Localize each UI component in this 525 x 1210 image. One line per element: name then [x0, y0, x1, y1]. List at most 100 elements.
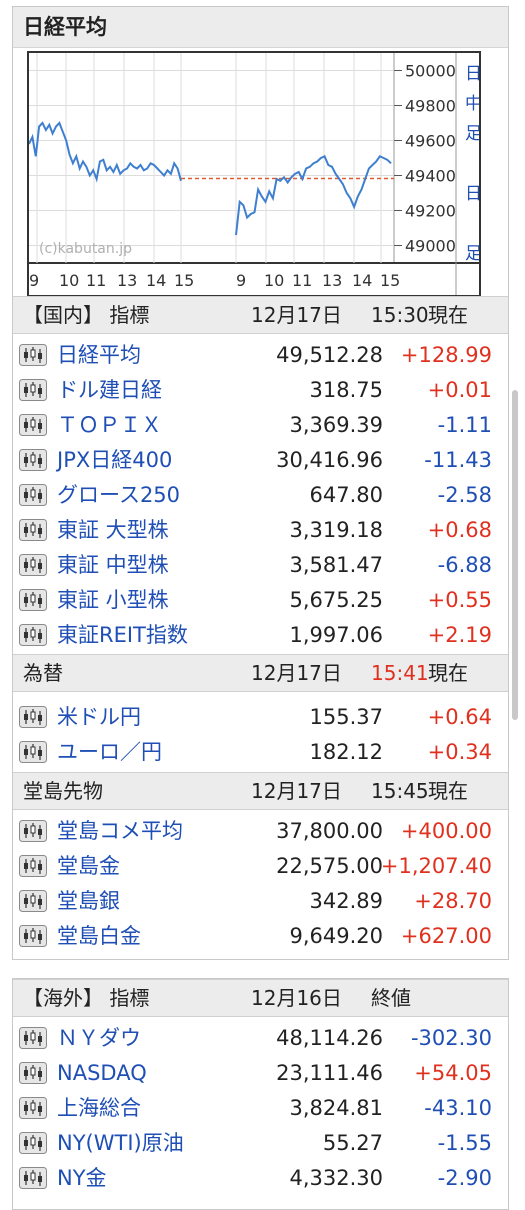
- candlestick-icon[interactable]: [19, 484, 47, 506]
- x-tick-label: 13: [322, 271, 342, 290]
- candlestick-icon[interactable]: [19, 925, 47, 947]
- quote-name-link[interactable]: 日経平均: [57, 338, 141, 373]
- section-title: 堂島先物: [23, 779, 103, 803]
- quote-name-link[interactable]: ユーロ／円: [57, 735, 162, 770]
- candlestick-icon[interactable]: [19, 1167, 47, 1189]
- quote-row: NASDAQ 23,111.46 +54.05: [13, 1056, 508, 1091]
- quote-name-link[interactable]: 堂島銀: [57, 884, 120, 919]
- quote-row: 東証REIT指数 1,997.06 +2.19: [13, 618, 508, 653]
- chart-svg: 500004980049600494004920049000日中足日足9 10 11…: [29, 53, 479, 295]
- x-tick-label: 13: [117, 271, 137, 290]
- quote-change: +128.99: [400, 343, 492, 367]
- candlestick-icon[interactable]: [19, 1062, 47, 1084]
- y-tick-label: 50000: [405, 62, 456, 81]
- candlestick-icon[interactable]: [19, 449, 47, 471]
- quote-name-link[interactable]: 堂島コメ平均: [57, 814, 183, 849]
- quote-row: JPX日経400 30,416.96 -11.43: [13, 443, 508, 478]
- section-time-suffix: 現在: [428, 661, 468, 685]
- y-tick-label: 49000: [405, 237, 456, 256]
- quote-value: 37,800.00: [276, 819, 383, 843]
- quote-row: NY金 4,332.30 -2.90: [13, 1161, 508, 1196]
- quote-name-link[interactable]: 堂島白金: [57, 919, 141, 954]
- quote-value: 4,332.30: [289, 1166, 383, 1190]
- candlestick-icon[interactable]: [19, 855, 47, 877]
- section-header: 【国内】 指標 12月17日 15:30 現在: [13, 296, 508, 334]
- quote-value: 5,675.25: [289, 588, 383, 612]
- section-time-suffix: 現在: [428, 303, 468, 327]
- quote-name-link[interactable]: グロース250: [57, 478, 180, 513]
- quote-row: ユーロ／円 182.12 +0.34: [13, 735, 508, 770]
- x-tick-label: 10: [264, 271, 284, 290]
- x-tick-label: 11: [292, 271, 312, 290]
- side-label: 足: [465, 124, 479, 144]
- quote-name-link[interactable]: ＴＯＰＩＸ: [57, 408, 162, 443]
- panel-title: 日経平均: [13, 7, 508, 48]
- quote-name-link[interactable]: ドル建日経: [57, 373, 162, 408]
- candlestick-icon[interactable]: [19, 379, 47, 401]
- quote-row: NY(WTI)原油 55.27 -1.55: [13, 1126, 508, 1161]
- quote-change: -2.90: [437, 1166, 492, 1190]
- quote-value: 48,114.26: [276, 1026, 383, 1050]
- quote-row: 堂島金 22,575.00 +1,207.40: [13, 849, 508, 884]
- candlestick-icon[interactable]: [19, 741, 47, 763]
- candlestick-icon[interactable]: [19, 1132, 47, 1154]
- nikkei-chart[interactable]: 50000 49800 49600 49400 49200 49000 日中足日足 9 10 11…: [27, 51, 481, 297]
- candlestick-icon[interactable]: [19, 1027, 47, 1049]
- quote-row: 東証 中型株 3,581.47 -6.88: [13, 548, 508, 583]
- candlestick-icon[interactable]: [19, 554, 47, 576]
- candlestick-icon[interactable]: [19, 1097, 47, 1119]
- quote-name-link[interactable]: 東証 中型株: [57, 548, 169, 583]
- quote-row: 堂島コメ平均 37,800.00 +400.00: [13, 814, 508, 849]
- quote-name-link[interactable]: NASDAQ: [57, 1056, 147, 1091]
- candlestick-icon[interactable]: [19, 706, 47, 728]
- quote-name-link[interactable]: ＮＹダウ: [57, 1021, 141, 1056]
- quote-name-link[interactable]: 堂島金: [57, 849, 120, 884]
- quote-row: 上海総合 3,824.81 -43.10: [13, 1091, 508, 1126]
- section-title: 為替: [23, 661, 63, 685]
- series-line-prev-day: [29, 121, 182, 183]
- quote-name-link[interactable]: 米ドル円: [57, 700, 141, 735]
- quote-name-link[interactable]: 東証REIT指数: [57, 618, 188, 653]
- section-date: 12月17日: [251, 661, 342, 685]
- overseas-panel: 【海外】 指標 12月16日 終値 ＮＹダウ 48,114.26 -302.30 NASDA…: [12, 978, 509, 1210]
- candlestick-icon[interactable]: [19, 624, 47, 646]
- x-tick-label: 10: [59, 271, 79, 290]
- quote-row: グロース250 647.80 -2.58: [13, 478, 508, 513]
- quote-value: 3,369.39: [289, 413, 383, 437]
- quote-value: 155.37: [309, 705, 383, 729]
- quote-change: +627.00: [400, 924, 492, 948]
- quote-row: 日経平均 49,512.28 +128.99: [13, 338, 508, 373]
- quote-name-link[interactable]: NY(WTI)原油: [57, 1126, 184, 1161]
- candlestick-icon[interactable]: [19, 890, 47, 912]
- quote-change: +0.68: [427, 518, 492, 542]
- candlestick-icon[interactable]: [19, 344, 47, 366]
- section-time: 終値: [371, 986, 411, 1010]
- quote-name-link[interactable]: 上海総合: [57, 1091, 141, 1126]
- section-title: 【海外】 指標: [23, 986, 150, 1010]
- side-label: 日: [465, 184, 479, 204]
- candlestick-icon[interactable]: [19, 589, 47, 611]
- quote-name-link[interactable]: NY金: [57, 1161, 107, 1196]
- quote-change: -2.58: [437, 483, 492, 507]
- candlestick-icon[interactable]: [19, 414, 47, 436]
- quote-row: ドル建日経 318.75 +0.01: [13, 373, 508, 408]
- quote-change: +2.19: [427, 623, 492, 647]
- quote-name-link[interactable]: JPX日経400: [57, 443, 172, 478]
- quote-change: +0.01: [427, 378, 492, 402]
- quote-value: 55.27: [322, 1131, 383, 1155]
- quote-row: 堂島銀 342.89 +28.70: [13, 884, 508, 919]
- quote-change: +1,207.40: [380, 854, 492, 878]
- scrollbar[interactable]: [512, 390, 518, 720]
- section-title: 【国内】 指標: [23, 303, 150, 327]
- quote-change: -43.10: [424, 1096, 492, 1120]
- series-line-today: [235, 154, 392, 236]
- quote-row: 米ドル円 155.37 +0.64: [13, 700, 508, 735]
- quote-value: 49,512.28: [276, 343, 383, 367]
- y-tick-label: 49200: [405, 202, 456, 221]
- quote-name-link[interactable]: 東証 小型株: [57, 583, 169, 618]
- quote-change: +400.00: [400, 819, 492, 843]
- quote-change: -11.43: [424, 448, 492, 472]
- quote-name-link[interactable]: 東証 大型株: [57, 513, 169, 548]
- candlestick-icon[interactable]: [19, 820, 47, 842]
- candlestick-icon[interactable]: [19, 519, 47, 541]
